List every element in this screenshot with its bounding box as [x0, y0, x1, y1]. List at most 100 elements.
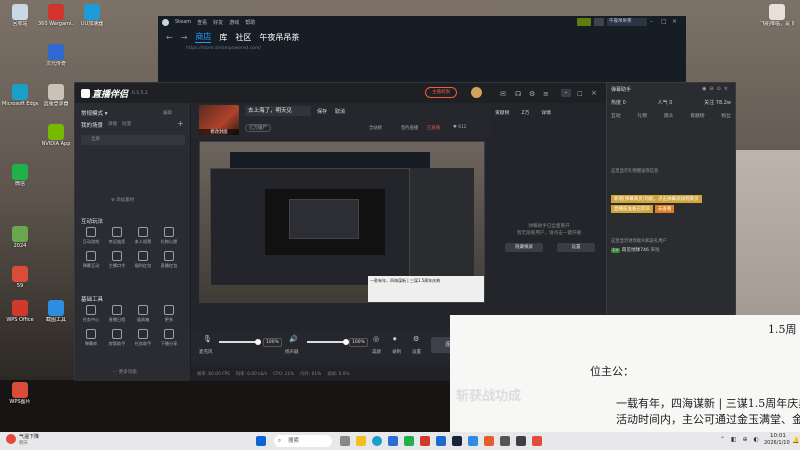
bell-icon[interactable] [594, 18, 604, 26]
tab-studio[interactable]: 演播 [108, 121, 117, 129]
tool-tile[interactable]: 更多 [159, 305, 179, 323]
more-functions[interactable]: ··· 更多功能 [113, 369, 137, 375]
task-view-icon[interactable] [340, 436, 350, 446]
save-button[interactable]: 保存 [317, 108, 327, 115]
tool-tile[interactable]: 任务助手 [133, 329, 153, 347]
tool-tile[interactable]: 弹幕互动 [81, 251, 101, 269]
weather-icon[interactable] [6, 434, 16, 444]
forward-arrow-icon[interactable]: → [181, 33, 188, 42]
cover-thumbnail[interactable]: 修改封面 [199, 105, 239, 135]
preview-canvas[interactable]: 一款有年，四海谋新 | 三谋1.5周年庆典 [199, 141, 485, 303]
back-arrow-icon[interactable]: ← [166, 33, 173, 42]
wps-icon[interactable] [420, 436, 430, 446]
tool-tile[interactable]: 礼物心愿 [159, 227, 179, 245]
desktop-icon[interactable]: 国服登录器 [38, 84, 74, 107]
speaker-icon[interactable]: 🔊 [289, 335, 298, 343]
speaker-percent[interactable]: 100% [349, 338, 368, 347]
tool-tile[interactable]: 幸运抽奖 [107, 227, 127, 245]
edge-icon[interactable] [372, 436, 382, 446]
tool-tile[interactable]: 互动游戏 [81, 227, 101, 245]
panel-settings-button[interactable]: 设置 [557, 243, 595, 252]
steam-menu-help[interactable]: 帮助 [245, 19, 255, 26]
tab-anime[interactable]: 动漫 [122, 121, 131, 129]
steam-menu-games[interactable]: 游戏 [229, 19, 239, 26]
tool-tile[interactable]: 房管助手 [107, 329, 127, 347]
tool-tile[interactable]: 弹幕库 [81, 329, 101, 347]
tab-scene[interactable]: 我的场景 [81, 121, 103, 129]
minimize-icon[interactable]: – [561, 89, 571, 97]
tab-interact[interactable]: 互动 [611, 112, 621, 119]
settings-icon[interactable]: ⚙ [413, 335, 419, 343]
weather-desc[interactable]: 气温下降 [19, 433, 39, 440]
douyu-icon[interactable] [484, 436, 494, 446]
mic-slider[interactable] [219, 339, 261, 345]
clock-date[interactable]: 2026/1/10 [764, 440, 790, 446]
record-icon[interactable]: ⏺ [393, 335, 397, 344]
desktop-icon[interactable]: 360 Wargami... [38, 4, 74, 27]
notification-icon[interactable]: 🔔 [792, 437, 799, 444]
danmaku-window-controls[interactable]: ◉⊖⊙× [702, 86, 731, 92]
close-icon[interactable]: × [591, 89, 597, 97]
anchor-permission[interactable]: 主播权限 [425, 87, 457, 98]
wechat-icon[interactable] [404, 436, 414, 446]
steam-menu-view[interactable]: 查看 [197, 19, 207, 26]
store-icon[interactable] [388, 436, 398, 446]
desktop-icon[interactable]: Microsoft Edge [2, 84, 38, 107]
desktop-icon[interactable]: WPS Office [2, 300, 38, 323]
desktop-icon-right[interactable]: 飞船降临，是 好的节目 [760, 4, 794, 27]
steam-taskbar-icon[interactable] [452, 436, 462, 446]
tool-tile[interactable]: 主播口令 [107, 251, 127, 269]
tool-tile[interactable]: 道具箱 [133, 305, 153, 323]
clock-time[interactable]: 10:01 [770, 433, 786, 439]
desktop-icon[interactable]: 回收站 [2, 4, 38, 27]
edit-button[interactable]: 编辑 [163, 110, 172, 116]
speaker-slider[interactable] [307, 339, 349, 345]
tray-icons[interactable]: ⌃ ◧ ⊕ ◐ [720, 436, 761, 443]
signing[interactable]: 签约直播 [401, 125, 418, 131]
tool-tile[interactable]: 直播日程 [107, 305, 127, 323]
danmaku-helper-window[interactable]: 弹幕助手 ◉⊖⊙× 热度 0 人气 0 关注 78.2w 互动 礼物 观众 贡献… [606, 82, 736, 340]
minimize-icon[interactable]: – [650, 18, 658, 26]
steam-tab-user[interactable]: 午夜吊吊茶 [259, 32, 299, 43]
fan-rank[interactable]: 全站榜 [369, 125, 382, 131]
add-material-button[interactable]: ⊕ 添加素材 [111, 197, 134, 203]
add-scene-icon[interactable]: + [177, 119, 184, 128]
steam-window[interactable]: Steam 查看 好友 游戏 帮助 ← → 商店 库 社区 午夜吊吊茶 http… [158, 16, 686, 86]
avatar[interactable] [471, 87, 482, 98]
scene-item[interactable]: 全屏 [81, 135, 185, 145]
settings-icon[interactable]: ⚙ [529, 90, 535, 98]
members-link[interactable]: 详情 [541, 109, 551, 121]
maximize-icon[interactable]: □ [577, 90, 583, 97]
tab-gift[interactable]: 礼物 [637, 112, 647, 119]
mode-select[interactable]: 常规模式 ▾ [81, 109, 108, 117]
desktop-icon[interactable]: 2024 [2, 226, 38, 249]
steam-tab-library[interactable]: 库 [219, 32, 227, 43]
tab-rank[interactable]: 贡献榜 [690, 112, 704, 119]
menu-icon[interactable]: ≡ [543, 90, 549, 98]
steam-tab-community[interactable]: 社区 [235, 32, 251, 43]
tool-tile[interactable]: 下播分享 [159, 329, 179, 347]
message-icon[interactable]: ✉ [500, 90, 506, 98]
desktop-icon[interactable]: 59 [2, 266, 38, 289]
app2-icon[interactable] [500, 436, 510, 446]
maximize-icon[interactable]: □ [661, 18, 669, 26]
steam-tab-store[interactable]: 商店 [195, 31, 212, 43]
category-tag[interactable]: 亿万僵尸 [245, 124, 271, 132]
taskbar-search[interactable]: ⌕ 搜索 [274, 435, 332, 447]
desktop-icon[interactable]: 次元传奇 [38, 44, 74, 67]
close-icon[interactable]: × [672, 18, 680, 26]
desktop-icon[interactable]: 微信 [2, 164, 38, 187]
windows-start-icon[interactable] [256, 436, 266, 446]
headset-icon[interactable]: ☊ [515, 90, 521, 98]
tab-fans[interactable]: 粉丝 [721, 112, 731, 119]
cancel-button[interactable]: 取消 [335, 108, 345, 115]
tool-tile[interactable]: 任务中心 [81, 305, 101, 323]
app-icon[interactable] [468, 436, 478, 446]
broadcast-icon[interactable] [577, 18, 591, 26]
desktop-icon[interactable]: 截图工具 [38, 300, 74, 323]
desktop-icon[interactable]: NVIDIA App [38, 124, 74, 147]
mic-percent[interactable]: 100% [263, 338, 282, 347]
tool-tile[interactable]: 直播红包 [159, 251, 179, 269]
word-icon[interactable] [436, 436, 446, 446]
go-view-button[interactable]: 去查看 [654, 205, 675, 213]
